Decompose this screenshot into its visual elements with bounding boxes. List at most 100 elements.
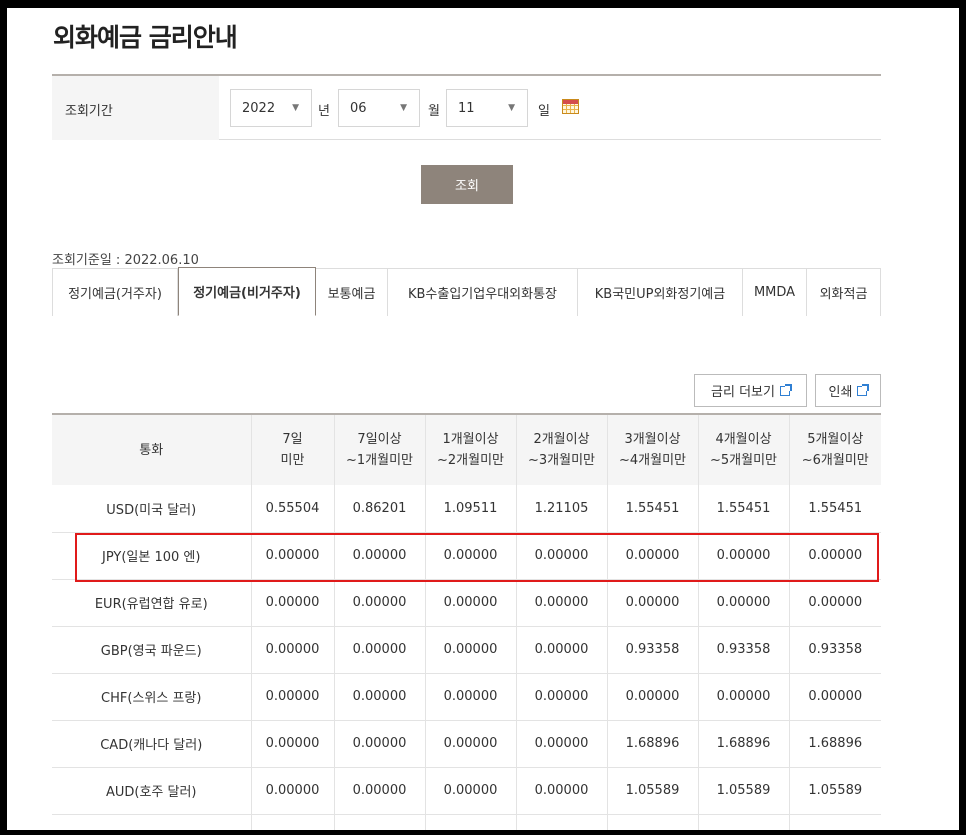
- rate-cell: 0.00000: [515, 532, 607, 580]
- rate-cell: 0.00000: [250, 767, 334, 815]
- column-header: 7일이상 ~1개월미만: [333, 413, 425, 485]
- rate-cell: 1.05589: [697, 767, 789, 815]
- calendar-icon[interactable]: [562, 99, 579, 114]
- rate-cell: 0.00000: [606, 673, 698, 721]
- column-header: 3개월이상 ~4개월미만: [606, 413, 698, 485]
- rate-cell: 0.00000: [788, 579, 881, 627]
- day-value: 11: [458, 101, 475, 116]
- base-date: 조회기준일 : 2022.06.10: [52, 253, 199, 268]
- rate-cell: [788, 814, 881, 830]
- column-header: 5개월이상 ~6개월미만: [788, 413, 881, 485]
- year-value: 2022: [242, 101, 276, 116]
- rate-cell: [697, 814, 789, 830]
- currency-cell: JPY(일본 100 엔): [52, 532, 251, 580]
- currency-cell: CAD(캐나다 달러): [52, 720, 251, 768]
- rate-cell: 1.68896: [788, 720, 881, 768]
- table-header-row: 통화 7일 미만 7일이상 ~1개월미만 1개월이상 ~2개월미만 2개월이상 ~3개월…: [52, 413, 881, 485]
- rate-cell: 1.05589: [606, 767, 698, 815]
- day-select[interactable]: 11 ▼: [446, 89, 528, 127]
- currency-cell: CHF(스위스 프랑): [52, 673, 251, 721]
- rate-cell: 0.00000: [250, 532, 334, 580]
- rate-cell: 0.93358: [788, 626, 881, 674]
- more-rates-button[interactable]: 금리 더보기: [694, 374, 807, 407]
- column-header: 7일 미만: [250, 413, 334, 485]
- print-label: 인쇄: [828, 385, 853, 400]
- page-frame: 외화예금 금리안내 조회기간 2022 ▼ 년 06 ▼ 월 11 ▼ 일 조회…: [7, 8, 959, 830]
- column-header: 1개월이상 ~2개월미만: [424, 413, 516, 485]
- rates-table-body: USD(미국 달러) 0.55504 0.86201 1.09511 1.21105 1.…: [52, 485, 881, 830]
- tab-mmda[interactable]: MMDA: [743, 268, 807, 316]
- table-row: USD(미국 달러) 0.55504 0.86201 1.09511 1.21105 1.…: [52, 485, 881, 533]
- rate-cell: 0.00000: [424, 626, 516, 674]
- rate-cell: 0.00000: [250, 626, 334, 674]
- rate-cell: 0.93358: [697, 626, 789, 674]
- rate-cell: [515, 814, 607, 830]
- rate-cell: 0.00000: [606, 579, 698, 627]
- search-button[interactable]: 조회: [421, 165, 513, 204]
- month-select[interactable]: 06 ▼: [338, 89, 420, 127]
- currency-cell: [52, 814, 251, 830]
- column-header: 2개월이상 ~3개월미만: [515, 413, 607, 485]
- tab-fixed-deposit-resident[interactable]: 정기예금(거주자): [52, 268, 178, 316]
- column-header: 4개월이상 ~5개월미만: [697, 413, 789, 485]
- rate-cell: 0.86201: [333, 485, 425, 533]
- rate-cell: 0.00000: [250, 579, 334, 627]
- rate-cell: 0.00000: [788, 673, 881, 721]
- rate-cell: 0.00000: [697, 673, 789, 721]
- external-link-icon: [857, 383, 870, 396]
- search-label-cell: 조회기간: [52, 76, 219, 140]
- search-panel: 조회기간 2022 ▼ 년 06 ▼ 월 11 ▼ 일: [52, 74, 881, 140]
- rate-cell: 1.05589: [788, 767, 881, 815]
- rate-cell: [250, 814, 334, 830]
- column-header: 통화: [52, 413, 251, 485]
- more-rates-label: 금리 더보기: [711, 385, 775, 400]
- currency-cell: USD(미국 달러): [52, 485, 251, 533]
- table-row: [52, 814, 881, 830]
- chevron-down-icon: ▼: [400, 103, 407, 113]
- table-row: GBP(영국 파운드) 0.00000 0.00000 0.00000 0.00000 0…: [52, 626, 881, 674]
- rate-cell: 0.00000: [424, 579, 516, 627]
- rate-cell: 1.68896: [697, 720, 789, 768]
- rate-cell: 0.00000: [515, 767, 607, 815]
- rate-cell: 0.00000: [697, 579, 789, 627]
- rate-cell: 1.55451: [788, 485, 881, 533]
- external-link-icon: [779, 383, 792, 396]
- rate-cell: 0.00000: [515, 626, 607, 674]
- rate-cell: 0.00000: [333, 673, 425, 721]
- rate-cell: 0.00000: [697, 532, 789, 580]
- tab-installment[interactable]: 외화적금: [807, 268, 881, 316]
- search-period-label: 조회기간: [65, 104, 113, 119]
- currency-cell: EUR(유럽연합 유로): [52, 579, 251, 627]
- rate-cell: 0.00000: [515, 720, 607, 768]
- tab-kb-export-import[interactable]: KB수출입기업우대외화통장: [388, 268, 578, 316]
- rate-cell: [606, 814, 698, 830]
- year-select[interactable]: 2022 ▼: [230, 89, 312, 127]
- day-unit: 일: [538, 104, 550, 119]
- rate-cell: 0.93358: [606, 626, 698, 674]
- table-row: CAD(캐나다 달러) 0.00000 0.00000 0.00000 0.00000 1…: [52, 720, 881, 768]
- rate-cell: 0.00000: [515, 673, 607, 721]
- chevron-down-icon: ▼: [508, 103, 515, 113]
- rate-cell: 1.68896: [606, 720, 698, 768]
- rate-cell: 1.55451: [697, 485, 789, 533]
- rate-cell: 0.55504: [250, 485, 334, 533]
- print-button[interactable]: 인쇄: [815, 374, 881, 407]
- rate-cell: 1.21105: [515, 485, 607, 533]
- rate-cell: 0.00000: [333, 532, 425, 580]
- tab-fixed-deposit-nonresident[interactable]: 정기예금(비거주자): [178, 267, 316, 316]
- month-value: 06: [350, 101, 367, 116]
- currency-cell: GBP(영국 파운드): [52, 626, 251, 674]
- table-row: AUD(호주 달러) 0.00000 0.00000 0.00000 0.00000 1.…: [52, 767, 881, 815]
- rate-cell: 0.00000: [515, 579, 607, 627]
- rates-table: 통화 7일 미만 7일이상 ~1개월미만 1개월이상 ~2개월미만 2개월이상 ~3개월…: [52, 413, 881, 830]
- currency-cell: AUD(호주 달러): [52, 767, 251, 815]
- table-row: EUR(유럽연합 유로) 0.00000 0.00000 0.00000 0.00000…: [52, 579, 881, 627]
- rate-cell: 0.00000: [424, 673, 516, 721]
- rate-cell: 0.00000: [606, 532, 698, 580]
- rate-cell: 0.00000: [333, 720, 425, 768]
- rate-cell: 0.00000: [424, 720, 516, 768]
- tab-bar: 정기예금(거주자) 정기예금(비거주자) 보통예금 KB수출입기업우대외화통장 …: [52, 267, 881, 316]
- tab-savings[interactable]: 보통예금: [316, 268, 388, 316]
- tab-kb-up-fixed[interactable]: KB국민UP외화정기예금: [578, 268, 743, 316]
- table-row: JPY(일본 100 엔) 0.00000 0.00000 0.00000 0.0000…: [52, 532, 881, 580]
